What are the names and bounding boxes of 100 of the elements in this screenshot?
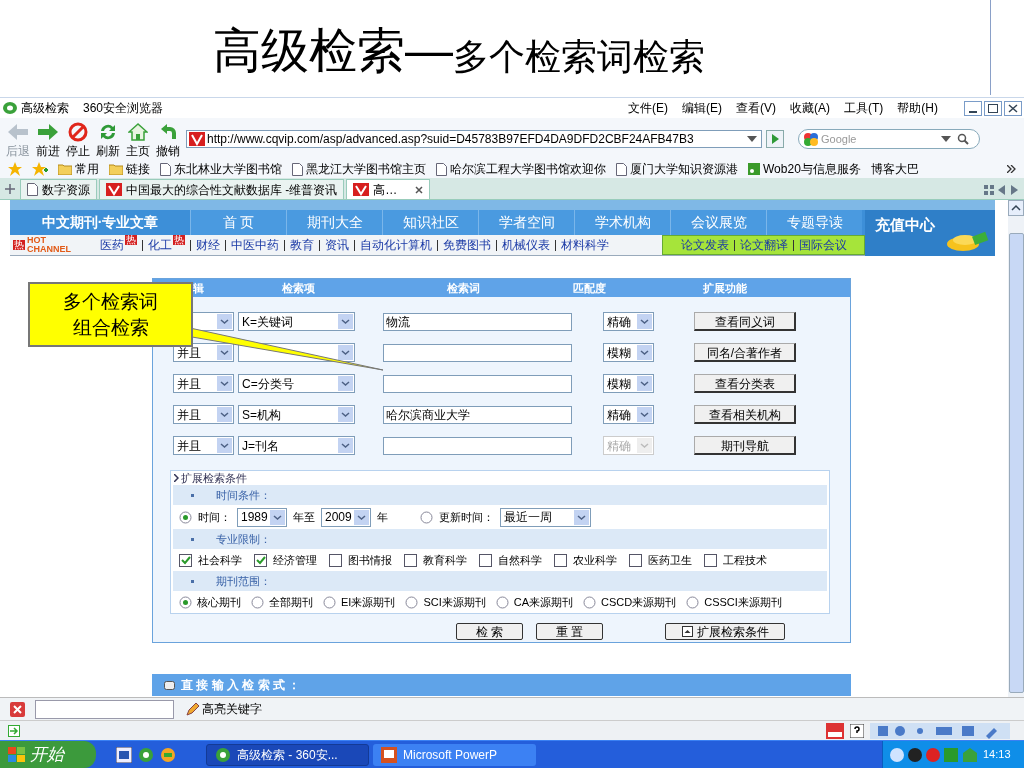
channel-link[interactable]: 财经	[196, 236, 220, 254]
channel-link[interactable]: 机械仪表	[502, 236, 550, 254]
scroll-right-icon[interactable]	[1010, 185, 1018, 195]
checkbox[interactable]	[704, 553, 717, 567]
term-input[interactable]	[383, 343, 572, 362]
field-select[interactable]: S=机构	[238, 405, 355, 424]
year-select[interactable]: 2009	[321, 507, 371, 527]
radio-button[interactable]	[179, 510, 192, 524]
new-tab-icon[interactable]	[4, 183, 16, 195]
search-bar[interactable]: Google	[798, 129, 980, 149]
channel-link[interactable]: 中医中药	[231, 236, 279, 254]
taskbar-button[interactable]: 高级检索 - 360安...	[206, 743, 369, 766]
channel-link[interactable]: 论文发表	[680, 236, 729, 254]
checkbox[interactable]	[179, 553, 192, 567]
radio-button[interactable]	[179, 595, 192, 609]
checkbox[interactable]	[479, 553, 492, 567]
dropdown-caret-icon[interactable]	[747, 136, 757, 142]
action-button[interactable]: 查看分类表	[694, 374, 796, 393]
match-select[interactable]: 模糊	[603, 343, 654, 362]
toolbar-button[interactable]: 刷新	[96, 121, 120, 157]
channel-link[interactable]: 自动化计算机	[360, 236, 432, 254]
section-toggle-label[interactable]: 扩展检索条件	[181, 469, 247, 487]
scroll-up-icon[interactable]	[1008, 200, 1024, 216]
term-input[interactable]	[383, 374, 572, 393]
highlight-button[interactable]: 高亮关键字	[186, 700, 262, 718]
radio-button[interactable]	[420, 510, 433, 524]
maximize-icon[interactable]	[984, 100, 1002, 116]
action-button[interactable]: 查看同义词	[694, 312, 796, 331]
channel-link[interactable]: 医药	[100, 236, 124, 254]
browser-tab[interactable]: 高…	[346, 179, 431, 199]
find-input[interactable]	[35, 699, 174, 719]
dropdown-caret-icon[interactable]	[941, 136, 951, 142]
minimize-icon[interactable]	[964, 100, 982, 116]
radio-button[interactable]	[495, 595, 509, 609]
channel-link[interactable]: 免费图书	[443, 236, 491, 254]
field-select[interactable]: C=分类号	[238, 374, 355, 393]
checkbox[interactable]	[629, 553, 642, 567]
radio-button[interactable]	[686, 595, 700, 609]
menu-item[interactable]: 文件(E)	[628, 99, 668, 117]
taskbar-button[interactable]: Microsoft PowerP	[373, 743, 536, 766]
checkbox[interactable]	[404, 553, 417, 567]
checkbox[interactable]	[254, 553, 267, 567]
logic-select[interactable]: 并且	[173, 374, 234, 393]
channel-link[interactable]: 教育	[290, 236, 314, 254]
bookmark-link[interactable]: 常用	[58, 160, 99, 178]
bookmark-link[interactable]: Wob20与信息服务	[748, 160, 861, 178]
chevron-right-icon[interactable]	[174, 474, 179, 482]
menu-item[interactable]: 工具(T)	[844, 99, 884, 117]
menu-item[interactable]: 帮助(H)	[897, 99, 938, 117]
match-select[interactable]: 精确	[603, 405, 654, 424]
close-tab-icon[interactable]	[415, 185, 424, 194]
channel-link[interactable]: 资讯	[325, 236, 349, 254]
term-input[interactable]	[383, 436, 572, 455]
toolbar-button[interactable]: 前进	[36, 121, 60, 157]
search-input[interactable]: Google	[821, 131, 941, 147]
field-select[interactable]: J=刊名	[238, 436, 355, 455]
period-select[interactable]: 最近一周	[500, 507, 591, 527]
bookmark-link[interactable]: 链接	[109, 160, 150, 178]
action-button[interactable]: 同名/合著作者	[694, 343, 796, 362]
checkbox[interactable]	[554, 553, 567, 567]
add-star-icon[interactable]	[32, 162, 48, 176]
close-icon[interactable]	[10, 701, 25, 717]
app-icon[interactable]	[160, 746, 176, 763]
match-select[interactable]: 模糊	[603, 374, 654, 393]
term-input[interactable]: 物流	[383, 312, 572, 331]
bookmark-link[interactable]: 东北林业大学图书馆	[160, 160, 282, 178]
match-select[interactable]: 精确	[603, 312, 654, 331]
channel-link[interactable]: 材料科学	[561, 236, 609, 254]
menu-item[interactable]: 查看(V)	[736, 99, 776, 117]
browser-tab[interactable]: 数字资源	[20, 179, 97, 199]
field-select[interactable]: K=关键词	[238, 312, 355, 331]
bookmark-link[interactable]: 博客大巴	[870, 160, 919, 178]
action-button[interactable]: 期刊导航	[694, 436, 796, 455]
bookmark-link[interactable]: 厦门大学知识资源港	[616, 160, 738, 178]
channel-link[interactable]: 国际会议	[798, 236, 847, 254]
ime-toolbar-drawing[interactable]	[870, 722, 1010, 739]
year-select[interactable]: 1989	[237, 507, 287, 527]
browser-tab[interactable]: 中国最大的综合性文献数据库 -维普资讯	[99, 179, 345, 199]
search-icon[interactable]	[957, 133, 969, 145]
scroll-left-icon[interactable]	[998, 185, 1006, 195]
toolbar-button[interactable]: 主页	[126, 121, 150, 157]
logic-select[interactable]: 并且	[173, 343, 234, 362]
word-icon[interactable]	[116, 746, 132, 763]
channel-link[interactable]: 化工	[148, 236, 172, 254]
channel-link[interactable]: 论文翻译	[739, 236, 788, 254]
close-icon[interactable]	[1004, 100, 1022, 116]
go-icon[interactable]	[766, 130, 784, 148]
bookmark-link[interactable]: 黑龙江大学图书馆主页	[292, 160, 426, 178]
scrollbar-thumb[interactable]	[1008, 233, 1024, 693]
logic-select[interactable]: 并且	[173, 436, 234, 455]
radio-button[interactable]	[323, 595, 336, 609]
form-button[interactable]: 检 索	[456, 623, 523, 640]
toolbar-button[interactable]: 停止	[66, 121, 90, 157]
radio-button[interactable]	[405, 595, 419, 609]
ime-icon[interactable]	[826, 722, 844, 739]
more-chevron-icon[interactable]	[1007, 165, 1016, 173]
tab-grid-icon[interactable]	[984, 185, 994, 195]
radio-button[interactable]	[583, 595, 597, 609]
tray-icons-drawing[interactable]	[889, 746, 979, 763]
form-button[interactable]: 重 置	[536, 623, 603, 640]
